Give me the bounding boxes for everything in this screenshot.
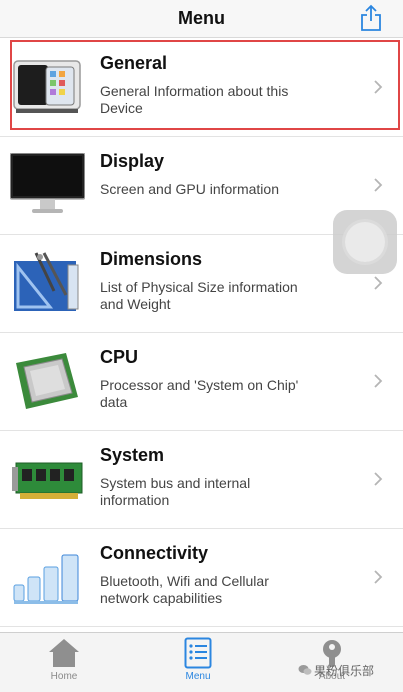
menu-item-connectivity[interactable]: Connectivity Bluetooth, Wifi and Cellula…: [0, 529, 403, 627]
share-icon[interactable]: [359, 4, 383, 32]
menu-item-title: Display: [100, 151, 165, 171]
menu-item-title: System: [100, 445, 165, 465]
circuit-board-icon: [12, 462, 83, 499]
tab-label: Home: [50, 671, 78, 682]
navigation-bar: Menu: [0, 0, 403, 38]
signal-bars-icon: [13, 554, 79, 604]
menu-item-title: Connectivity: [100, 543, 209, 563]
chevron-right-icon: [374, 276, 383, 290]
chevron-right-icon: [374, 472, 383, 486]
home-icon: [49, 639, 79, 667]
tab-home[interactable]: Home: [24, 637, 104, 689]
list-icon: [184, 637, 212, 669]
page-title: Menu: [178, 8, 225, 28]
menu-item-title: Dimensions: [100, 249, 203, 269]
blueprint-tools-icon: [14, 252, 79, 311]
chevron-right-icon: [374, 178, 383, 192]
menu-item-title: General: [100, 53, 168, 73]
monitor-icon: [10, 153, 85, 213]
chevron-right-icon: [374, 80, 383, 94]
tab-label: Menu: [185, 671, 211, 682]
menu-item-description: List of Physical Size information and We…: [100, 279, 298, 312]
chevron-right-icon: [374, 570, 383, 584]
menu-item-description: General Information about this Device: [100, 83, 289, 116]
cpu-chip-icon: [16, 353, 78, 409]
assistive-touch-button[interactable]: [333, 210, 397, 274]
assistive-touch-icon: [345, 222, 385, 262]
menu-item-description: Processor and 'System on Chip' data: [100, 377, 299, 410]
menu-item-description: Screen and GPU information: [100, 181, 279, 197]
menu-item-description: Bluetooth, Wifi and Cellular network cap…: [100, 573, 269, 606]
menu-item-general[interactable]: General General Information about this D…: [0, 39, 403, 137]
tab-menu[interactable]: Menu: [158, 637, 238, 689]
phone-device-icon: [13, 60, 81, 113]
menu-item-description: System bus and internal information: [100, 475, 251, 508]
wechat-icon: [298, 665, 312, 675]
watermark-text: 果粉俱乐部: [314, 664, 375, 678]
chevron-right-icon: [374, 374, 383, 388]
menu-item-cpu[interactable]: CPU Processor and 'System on Chip' data: [0, 333, 403, 431]
menu-item-system[interactable]: System System bus and internal informati…: [0, 431, 403, 529]
menu-item-title: CPU: [100, 347, 139, 367]
